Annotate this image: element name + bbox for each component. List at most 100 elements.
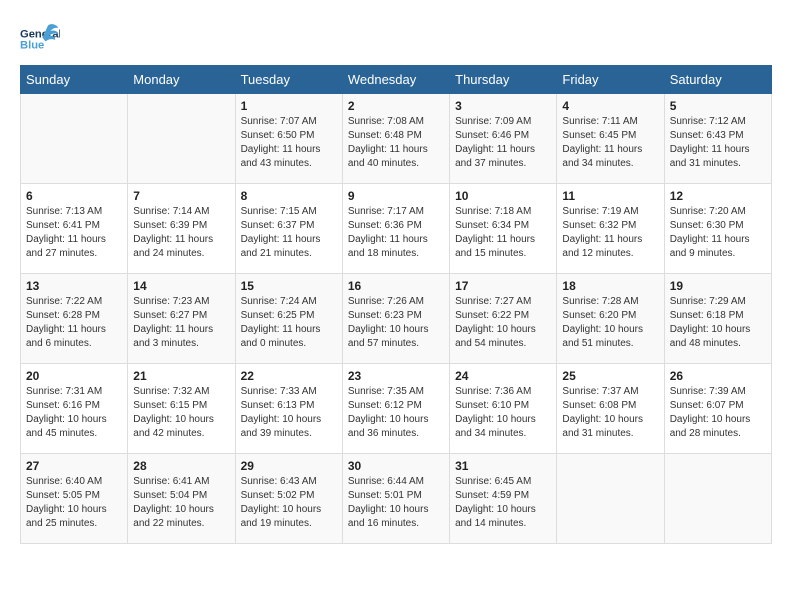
- weekday-header: Sunday: [21, 66, 128, 94]
- calendar-cell: 8 Sunrise: 7:15 AMSunset: 6:37 PMDaylight…: [235, 184, 342, 274]
- logo-icon: General Blue: [20, 20, 60, 55]
- day-number: 17: [455, 279, 551, 293]
- calendar-cell: 6 Sunrise: 7:13 AMSunset: 6:41 PMDaylight…: [21, 184, 128, 274]
- day-info: Sunrise: 7:24 AMSunset: 6:25 PMDaylight:…: [241, 295, 337, 351]
- calendar-cell: 15 Sunrise: 7:24 AMSunset: 6:25 PMDayligh…: [235, 274, 342, 364]
- day-info: Sunrise: 7:11 AMSunset: 6:45 PMDaylight:…: [562, 115, 658, 171]
- day-info: Sunrise: 7:29 AMSunset: 6:18 PMDaylight:…: [670, 295, 766, 351]
- calendar-week-row: 27Sunrise: 6:40 AMSunset: 5:05 PMDayligh…: [21, 454, 772, 544]
- day-number: 25: [562, 369, 658, 383]
- day-info: Sunrise: 7:31 AMSunset: 6:16 PMDaylight:…: [26, 385, 122, 441]
- day-number: 27: [26, 459, 122, 473]
- day-number: 12: [670, 189, 766, 203]
- day-info: Sunrise: 7:14 AMSunset: 6:39 PMDaylight:…: [133, 205, 229, 261]
- calendar-cell: 12 Sunrise: 7:20 AMSunset: 6:30 PMDayligh…: [664, 184, 771, 274]
- day-number: 31: [455, 459, 551, 473]
- calendar-cell: 20 Sunrise: 7:31 AMSunset: 6:16 PMDayligh…: [21, 364, 128, 454]
- day-number: 30: [348, 459, 444, 473]
- day-number: 20: [26, 369, 122, 383]
- day-info: Sunrise: 7:33 AMSunset: 6:13 PMDaylight:…: [241, 385, 337, 441]
- calendar-cell: 4Sunrise: 7:11 AMSunset: 6:45 PMDaylight…: [557, 94, 664, 184]
- calendar-week-row: 13 Sunrise: 7:22 AMSunset: 6:28 PMDayligh…: [21, 274, 772, 364]
- day-number: 16: [348, 279, 444, 293]
- calendar-cell: 9 Sunrise: 7:17 AMSunset: 6:36 PMDaylight…: [342, 184, 449, 274]
- weekday-header: Thursday: [450, 66, 557, 94]
- calendar-cell: [664, 454, 771, 544]
- calendar-cell: 19 Sunrise: 7:29 AMSunset: 6:18 PMDayligh…: [664, 274, 771, 364]
- day-info: Sunrise: 7:15 AMSunset: 6:37 PMDaylight:…: [241, 205, 337, 261]
- calendar-cell: [21, 94, 128, 184]
- day-info: Sunrise: 7:20 AMSunset: 6:30 PMDaylight:…: [670, 205, 766, 261]
- calendar-cell: 30Sunrise: 6:44 AMSunset: 5:01 PMDayligh…: [342, 454, 449, 544]
- day-info: Sunrise: 7:36 AMSunset: 6:10 PMDaylight:…: [455, 385, 551, 441]
- day-info: Sunrise: 7:13 AMSunset: 6:41 PMDaylight:…: [26, 205, 122, 261]
- calendar-cell: [557, 454, 664, 544]
- weekday-header: Tuesday: [235, 66, 342, 94]
- day-number: 8: [241, 189, 337, 203]
- calendar-cell: 25 Sunrise: 7:37 AMSunset: 6:08 PMDayligh…: [557, 364, 664, 454]
- day-info: Sunrise: 7:19 AMSunset: 6:32 PMDaylight:…: [562, 205, 658, 261]
- day-number: 29: [241, 459, 337, 473]
- day-info: Sunrise: 7:35 AMSunset: 6:12 PMDaylight:…: [348, 385, 444, 441]
- day-info: Sunrise: 6:43 AMSunset: 5:02 PMDaylight:…: [241, 475, 337, 531]
- day-number: 26: [670, 369, 766, 383]
- day-info: Sunrise: 7:26 AMSunset: 6:23 PMDaylight:…: [348, 295, 444, 351]
- day-number: 18: [562, 279, 658, 293]
- calendar-cell: 21Sunrise: 7:32 AMSunset: 6:15 PMDayligh…: [128, 364, 235, 454]
- day-number: 22: [241, 369, 337, 383]
- day-number: 2: [348, 99, 444, 113]
- day-info: Sunrise: 7:17 AMSunset: 6:36 PMDaylight:…: [348, 205, 444, 261]
- calendar-cell: 27Sunrise: 6:40 AMSunset: 5:05 PMDayligh…: [21, 454, 128, 544]
- day-number: 5: [670, 99, 766, 113]
- calendar-cell: 14 Sunrise: 7:23 AMSunset: 6:27 PMDayligh…: [128, 274, 235, 364]
- day-info: Sunrise: 7:12 AMSunset: 6:43 PMDaylight:…: [670, 115, 766, 171]
- calendar-table: SundayMondayTuesdayWednesdayThursdayFrid…: [20, 65, 772, 544]
- day-info: Sunrise: 7:18 AMSunset: 6:34 PMDaylight:…: [455, 205, 551, 261]
- day-info: Sunrise: 7:23 AMSunset: 6:27 PMDaylight:…: [133, 295, 229, 351]
- calendar-cell: 11 Sunrise: 7:19 AMSunset: 6:32 PMDayligh…: [557, 184, 664, 274]
- svg-text:Blue: Blue: [20, 40, 44, 52]
- calendar-week-row: 20 Sunrise: 7:31 AMSunset: 6:16 PMDayligh…: [21, 364, 772, 454]
- calendar-cell: 10 Sunrise: 7:18 AMSunset: 6:34 PMDayligh…: [450, 184, 557, 274]
- weekday-header: Wednesday: [342, 66, 449, 94]
- day-info: Sunrise: 7:27 AMSunset: 6:22 PMDaylight:…: [455, 295, 551, 351]
- day-number: 7: [133, 189, 229, 203]
- calendar-cell: 31Sunrise: 6:45 AMSunset: 4:59 PMDayligh…: [450, 454, 557, 544]
- day-info: Sunrise: 7:28 AMSunset: 6:20 PMDaylight:…: [562, 295, 658, 351]
- calendar-cell: 26 Sunrise: 7:39 AMSunset: 6:07 PMDayligh…: [664, 364, 771, 454]
- weekday-header: Friday: [557, 66, 664, 94]
- day-number: 11: [562, 189, 658, 203]
- calendar-cell: 16 Sunrise: 7:26 AMSunset: 6:23 PMDayligh…: [342, 274, 449, 364]
- day-info: Sunrise: 7:37 AMSunset: 6:08 PMDaylight:…: [562, 385, 658, 441]
- day-number: 13: [26, 279, 122, 293]
- day-number: 10: [455, 189, 551, 203]
- day-number: 19: [670, 279, 766, 293]
- calendar-cell: 28Sunrise: 6:41 AMSunset: 5:04 PMDayligh…: [128, 454, 235, 544]
- calendar-cell: 7 Sunrise: 7:14 AMSunset: 6:39 PMDaylight…: [128, 184, 235, 274]
- day-number: 6: [26, 189, 122, 203]
- calendar-cell: 5 Sunrise: 7:12 AMSunset: 6:43 PMDaylight…: [664, 94, 771, 184]
- day-number: 9: [348, 189, 444, 203]
- calendar-cell: 18 Sunrise: 7:28 AMSunset: 6:20 PMDayligh…: [557, 274, 664, 364]
- day-info: Sunrise: 7:08 AMSunset: 6:48 PMDaylight:…: [348, 115, 444, 171]
- day-number: 3: [455, 99, 551, 113]
- day-number: 24: [455, 369, 551, 383]
- weekday-header: Saturday: [664, 66, 771, 94]
- weekday-header: Monday: [128, 66, 235, 94]
- calendar-cell: 29 Sunrise: 6:43 AMSunset: 5:02 PMDayligh…: [235, 454, 342, 544]
- calendar-cell: 23Sunrise: 7:35 AMSunset: 6:12 PMDayligh…: [342, 364, 449, 454]
- calendar-cell: 17 Sunrise: 7:27 AMSunset: 6:22 PMDayligh…: [450, 274, 557, 364]
- calendar-body: 1Sunrise: 7:07 AMSunset: 6:50 PMDaylight…: [21, 94, 772, 544]
- calendar-cell: 24 Sunrise: 7:36 AMSunset: 6:10 PMDayligh…: [450, 364, 557, 454]
- day-number: 15: [241, 279, 337, 293]
- calendar-header: SundayMondayTuesdayWednesdayThursdayFrid…: [21, 66, 772, 94]
- calendar-cell: 13 Sunrise: 7:22 AMSunset: 6:28 PMDayligh…: [21, 274, 128, 364]
- page-header: General Blue: [20, 20, 772, 55]
- day-number: 14: [133, 279, 229, 293]
- day-info: Sunrise: 7:32 AMSunset: 6:15 PMDaylight:…: [133, 385, 229, 441]
- day-info: Sunrise: 7:39 AMSunset: 6:07 PMDaylight:…: [670, 385, 766, 441]
- day-info: Sunrise: 7:22 AMSunset: 6:28 PMDaylight:…: [26, 295, 122, 351]
- calendar-cell: [128, 94, 235, 184]
- calendar-cell: 2 Sunrise: 7:08 AMSunset: 6:48 PMDaylight…: [342, 94, 449, 184]
- day-info: Sunrise: 6:41 AMSunset: 5:04 PMDaylight:…: [133, 475, 229, 531]
